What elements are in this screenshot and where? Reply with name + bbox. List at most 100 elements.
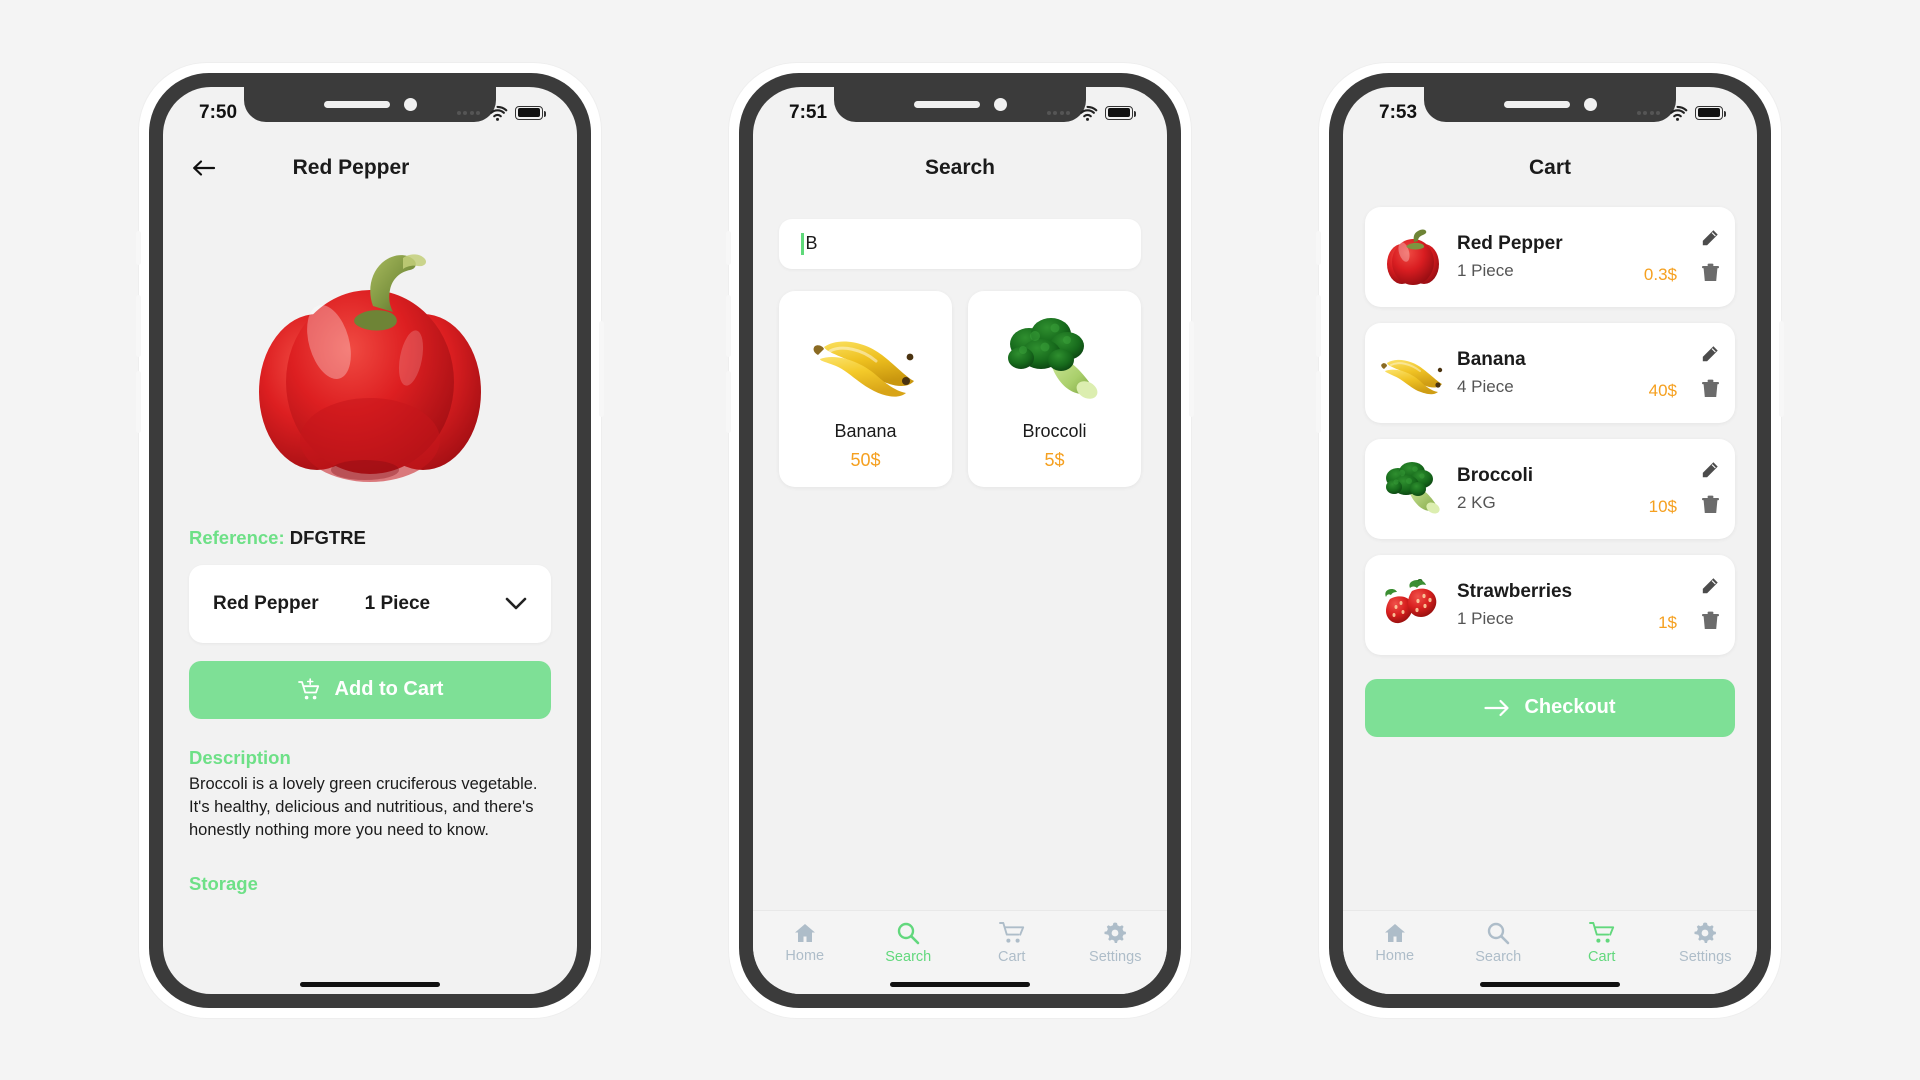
back-arrow-icon[interactable] [189, 153, 219, 183]
mute-switch[interactable] [1316, 230, 1321, 265]
mute-switch[interactable] [726, 230, 731, 265]
home-icon [1383, 922, 1407, 944]
status-indicators [1046, 105, 1136, 121]
tab-label: Cart [998, 949, 1026, 965]
status-bar: 7:50 [163, 87, 577, 139]
page-title: Search [924, 155, 996, 179]
tab-home[interactable]: Home [753, 911, 857, 976]
home-indicator[interactable] [1480, 981, 1620, 987]
volume-down-button[interactable] [726, 370, 731, 433]
status-time: 7:50 [199, 101, 238, 123]
cart-item-info: Banana 4 Piece [1457, 349, 1721, 397]
delete-trash-icon[interactable] [1702, 263, 1719, 287]
product-price: 50$ [850, 449, 881, 470]
product-detail-content: Red Pepper Reference: DFGTRE Red Pepper … [163, 139, 577, 994]
cart-item[interactable]: Strawberries 1 Piece 1$ [1365, 554, 1735, 655]
tab-label: Settings [1089, 949, 1142, 965]
cart-item-price: 0.3$ [1643, 264, 1677, 284]
product-price: 5$ [1044, 449, 1065, 470]
product-card-banana[interactable]: Banana 50$ [779, 290, 952, 487]
checkout-button[interactable]: Checkout [1365, 678, 1735, 737]
mute-switch[interactable] [136, 230, 141, 265]
phone-product-detail: 7:50 Red Pepper Reference: DFGTRE Red Pe… [136, 62, 604, 1018]
edit-pencil-icon[interactable] [1701, 577, 1719, 600]
search-content: Search B Banana 50$ Broccoli 5$ Home Sea… [753, 139, 1167, 994]
tab-cart[interactable]: Cart [1550, 911, 1654, 976]
description-text: Broccoli is a lovely green cruciferous v… [189, 774, 538, 840]
volume-down-button[interactable] [136, 370, 141, 433]
home-indicator[interactable] [890, 981, 1030, 987]
power-button[interactable] [1189, 320, 1194, 417]
tab-search[interactable]: Search [1447, 911, 1551, 976]
tab-cart[interactable]: Cart [960, 911, 1064, 976]
screen-search: 7:51 Search B Banana 50$ Broccoli 5$ Hom… [753, 86, 1167, 994]
checkout-section: Checkout [1343, 655, 1757, 737]
cart-items-list: Red Pepper 1 Piece 0.3$ Banana 4 Piece 4… [1343, 197, 1757, 655]
volume-up-button[interactable] [1316, 294, 1321, 357]
volume-up-button[interactable] [136, 294, 141, 357]
tab-search[interactable]: Search [857, 911, 961, 976]
tab-label: Home [785, 948, 825, 964]
storage-heading: Storage [189, 872, 258, 894]
cart-item[interactable]: Banana 4 Piece 40$ [1365, 322, 1735, 423]
product-name: Banana [834, 420, 897, 441]
edit-pencil-icon[interactable] [1701, 461, 1719, 484]
product-nav-header: Red Pepper [163, 139, 577, 197]
tab-label: Home [1375, 948, 1415, 964]
phone-search: 7:51 Search B Banana 50$ Broccoli 5$ Hom… [726, 62, 1194, 1018]
add-to-cart-label: Add to Cart [334, 678, 444, 700]
description-heading: Description [189, 746, 291, 768]
variant-product-name: Red Pepper [213, 592, 319, 614]
cart-item-quantity: 2 KG [1457, 492, 1496, 512]
product-name: Broccoli [1022, 420, 1087, 441]
product-card-broccoli[interactable]: Broccoli 5$ [968, 290, 1141, 487]
status-indicators [456, 105, 546, 121]
cart-icon [998, 921, 1025, 945]
reference-label: Reference: [189, 526, 285, 548]
cart-nav-header: Cart [1343, 139, 1757, 197]
power-button[interactable] [599, 320, 604, 417]
signal-dots-icon [1636, 110, 1660, 115]
cart-item[interactable]: Broccoli 2 KG 10$ [1365, 438, 1735, 539]
banana-image [1375, 347, 1451, 399]
battery-icon [1105, 105, 1136, 120]
text-caret [801, 232, 804, 255]
search-icon [896, 921, 920, 945]
three-phone-mockup: 7:50 Red Pepper Reference: DFGTRE Red Pe… [0, 0, 1920, 1080]
search-input-value: B [805, 233, 818, 253]
delete-trash-icon[interactable] [1702, 495, 1719, 519]
wifi-icon [1080, 105, 1098, 121]
banana-image [810, 313, 922, 405]
volume-up-button[interactable] [726, 294, 731, 357]
signal-dots-icon [456, 110, 480, 115]
home-indicator[interactable] [300, 981, 440, 987]
tab-home[interactable]: Home [1343, 911, 1447, 976]
reference-value: DFGTRE [289, 526, 366, 548]
delete-trash-icon[interactable] [1702, 379, 1719, 403]
cart-item-info: Broccoli 2 KG [1457, 465, 1721, 513]
search-input[interactable]: B [779, 218, 1141, 269]
edit-pencil-icon[interactable] [1701, 345, 1719, 368]
edit-pencil-icon[interactable] [1701, 229, 1719, 252]
tab-settings[interactable]: Settings [1064, 911, 1168, 976]
tab-label: Search [885, 949, 932, 965]
tab-label: Cart [1588, 949, 1616, 965]
status-indicators [1636, 105, 1726, 121]
battery-icon [515, 105, 546, 120]
variant-selector[interactable]: Red Pepper 1 Piece [189, 564, 551, 643]
page-title: Red Pepper [292, 155, 410, 179]
strawberries-image [1375, 578, 1451, 631]
delete-trash-icon[interactable] [1702, 611, 1719, 635]
cart-item-quantity: 4 Piece [1457, 376, 1514, 396]
gear-icon [1693, 921, 1717, 945]
tab-settings[interactable]: Settings [1654, 911, 1758, 976]
cart-content: Cart Red Pepper 1 Piece 0.3$ Banana 4 Pi… [1343, 139, 1757, 994]
cart-item[interactable]: Red Pepper 1 Piece 0.3$ [1365, 206, 1735, 307]
cart-item-quantity: 1 Piece [1457, 608, 1514, 628]
cart-item-name: Broccoli [1457, 464, 1534, 486]
volume-down-button[interactable] [1316, 370, 1321, 433]
add-to-cart-button[interactable]: Add to Cart [189, 660, 551, 719]
chevron-down-icon[interactable] [505, 597, 527, 610]
power-button[interactable] [1779, 320, 1784, 417]
tab-label: Search [1475, 949, 1522, 965]
